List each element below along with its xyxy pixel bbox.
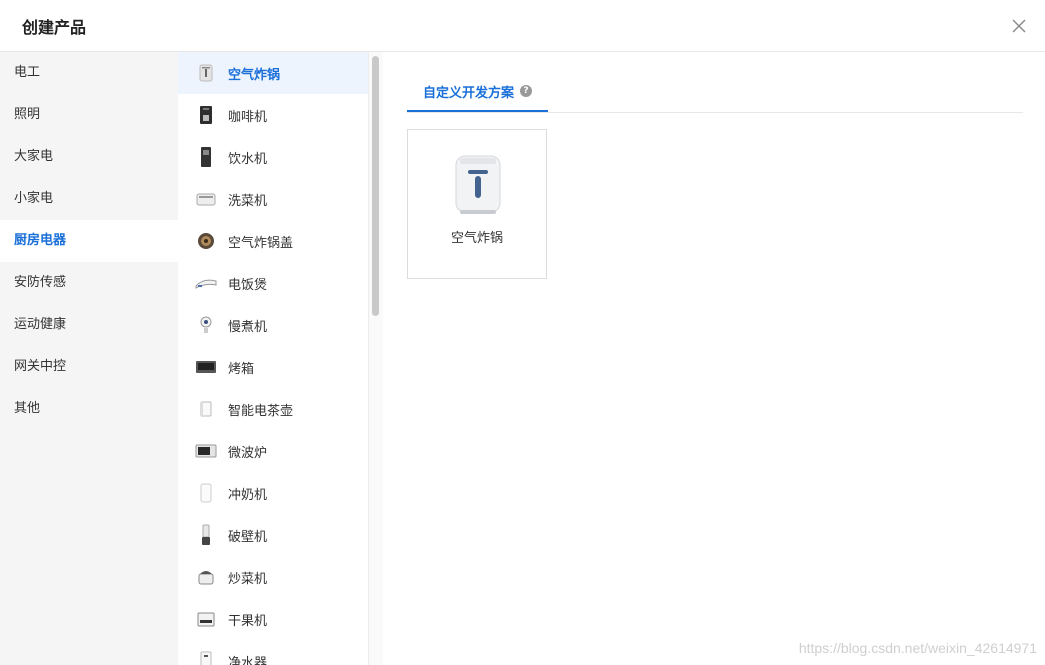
- formula-maker-icon: [192, 479, 220, 507]
- nut-roaster-icon: [192, 605, 220, 633]
- category-item-gateway-control[interactable]: 网关中控: [0, 346, 178, 388]
- coffee-machine-icon: [192, 101, 220, 129]
- blender-icon: [192, 521, 220, 549]
- product-item-air-fryer-lid[interactable]: 空气炸锅盖: [178, 220, 368, 262]
- product-item-label: 电饭煲: [228, 277, 268, 293]
- tab-label: 自定义开发方案: [423, 85, 515, 101]
- water-dispenser-icon: [192, 143, 220, 171]
- category-item-large-appliances[interactable]: 大家电: [0, 136, 178, 178]
- product-item-nut-roaster[interactable]: 干果机: [178, 598, 368, 640]
- product-item-label: 慢煮机: [228, 319, 268, 335]
- main-panel: 自定义开发方案 ? 空气炸锅: [383, 52, 1045, 665]
- product-item-label: 咖啡机: [228, 109, 268, 125]
- cooking-robot-icon: [192, 563, 220, 591]
- product-item-label: 破壁机: [228, 529, 268, 545]
- microwave-icon: [192, 437, 220, 465]
- product-item-water-purifier[interactable]: 净水器: [178, 640, 368, 665]
- product-item-smart-kettle[interactable]: 智能电茶壶: [178, 388, 368, 430]
- help-icon[interactable]: ?: [520, 85, 533, 97]
- product-item-coffee-machine[interactable]: 咖啡机: [178, 94, 368, 136]
- oven-icon: [192, 353, 220, 381]
- product-item-label: 微波炉: [228, 445, 268, 461]
- product-item-label: 烤箱: [228, 361, 255, 377]
- product-item-label: 炒菜机: [228, 571, 268, 587]
- product-list: 空气炸锅 咖啡机 饮水机 洗菜机 空气炸锅盖 电饭煲 慢煮机 烤箱 智能电茶壶 …: [178, 52, 368, 665]
- tab-custom-development[interactable]: 自定义开发方案 ?: [407, 72, 549, 112]
- card-label: 空气炸锅: [450, 231, 503, 246]
- product-item-label: 冲奶机: [228, 487, 268, 503]
- scrollbar-thumb[interactable]: [372, 56, 379, 316]
- product-item-blender[interactable]: 破壁机: [178, 514, 368, 556]
- product-item-slow-cooker[interactable]: 慢煮机: [178, 304, 368, 346]
- category-item-lighting[interactable]: 照明: [0, 94, 178, 136]
- category-item-other[interactable]: 其他: [0, 388, 178, 430]
- tab-bar: 自定义开发方案 ?: [407, 72, 1023, 113]
- product-item-rice-cooker[interactable]: 电饭煲: [178, 262, 368, 304]
- category-item-electrician[interactable]: 电工: [0, 52, 178, 94]
- slow-cooker-icon: [192, 311, 220, 339]
- product-item-oven[interactable]: 烤箱: [178, 346, 368, 388]
- product-item-cooking-robot[interactable]: 炒菜机: [178, 556, 368, 598]
- air-fryer-lid-icon: [192, 227, 220, 255]
- product-item-label: 饮水机: [228, 151, 268, 167]
- product-item-air-fryer[interactable]: 空气炸锅: [178, 52, 368, 94]
- product-item-label: 干果机: [228, 613, 268, 629]
- smart-kettle-icon: [192, 395, 220, 423]
- product-item-label: 洗菜机: [228, 193, 268, 209]
- product-item-formula-maker[interactable]: 冲奶机: [178, 472, 368, 514]
- rice-cooker-icon: [192, 269, 220, 297]
- air-fryer-icon: [192, 59, 220, 87]
- air-fryer-image: [448, 152, 508, 218]
- category-item-sports-health[interactable]: 运动健康: [0, 304, 178, 346]
- product-item-label: 智能电茶壶: [228, 403, 294, 419]
- water-purifier-icon: [192, 647, 220, 665]
- product-item-water-dispenser[interactable]: 饮水机: [178, 136, 368, 178]
- product-item-label: 空气炸锅: [228, 67, 281, 83]
- vegetable-washer-icon: [192, 185, 220, 213]
- product-item-label: 空气炸锅盖: [228, 235, 294, 251]
- category-list: 电工 照明 大家电 小家电 厨房电器 安防传感 运动健康 网关中控 其他: [0, 52, 178, 665]
- product-item-label: 净水器: [228, 655, 268, 665]
- category-item-small-appliances[interactable]: 小家电: [0, 178, 178, 220]
- dialog-title: 创建产品: [22, 18, 87, 37]
- watermark: https://blog.csdn.net/weixin_42614971: [798, 640, 1037, 656]
- product-list-scrollbar[interactable]: [368, 52, 384, 665]
- category-item-kitchen-appliances[interactable]: 厨房电器: [0, 220, 178, 262]
- product-item-microwave[interactable]: 微波炉: [178, 430, 368, 472]
- dialog-header: 创建产品: [0, 0, 1045, 52]
- close-icon[interactable]: [1009, 16, 1029, 36]
- product-item-vegetable-washer[interactable]: 洗菜机: [178, 178, 368, 220]
- category-item-security-sensors[interactable]: 安防传感: [0, 262, 178, 304]
- solution-card-air-fryer[interactable]: 空气炸锅: [407, 129, 547, 279]
